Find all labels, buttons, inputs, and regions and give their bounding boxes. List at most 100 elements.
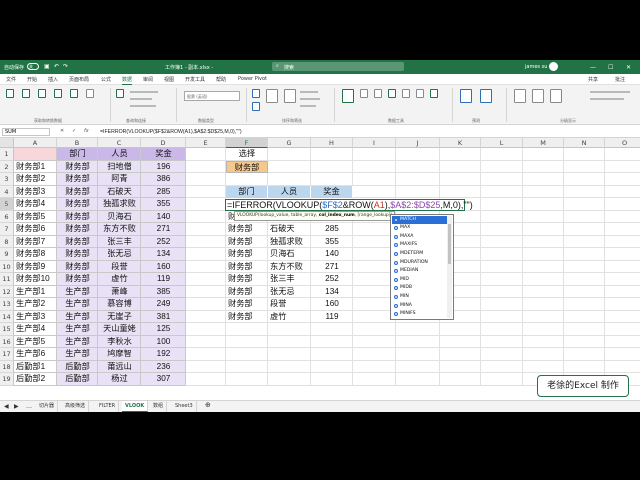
source-table-cell[interactable]: 张三丰 [98,236,141,249]
source-header-cell[interactable]: 奖金 [141,148,186,161]
result-table-cell[interactable]: 财务部 [228,248,270,261]
source-table-cell[interactable]: 财务部 [57,173,98,186]
source-table-cell[interactable]: 后勤部 [57,373,98,386]
source-table-cell[interactable]: 石破天 [98,186,141,199]
result-table-cell[interactable]: 271 [311,261,353,274]
more-sheets-icon[interactable]: … [26,403,32,410]
row-header[interactable]: 5 [0,198,14,211]
result-table-cell[interactable]: 虚竹 [270,311,313,324]
forecast-sheet-icon[interactable] [480,89,492,103]
recent-sources-icon[interactable] [70,89,78,98]
selector-value[interactable]: 财务部 [226,160,268,173]
result-table-cell[interactable]: 财务部 [228,311,270,324]
column-header[interactable]: K [440,138,481,148]
source-table-cell[interactable]: 生产部 [57,348,98,361]
formula-input[interactable]: =IFERROR(VLOOKUP($F$2&ROW(A1),$A$2:$D$25… [100,129,242,135]
source-table-cell[interactable]: 鸠摩智 [98,348,141,361]
redo-icon[interactable]: ↷ [63,63,68,70]
autocomplete-item[interactable]: MDURATION [392,259,448,268]
autocomplete-item[interactable]: MIN [392,293,448,302]
minimize-button[interactable]: — [590,64,596,71]
source-table-cell[interactable]: 386 [141,173,186,186]
group-icon[interactable] [514,89,526,103]
row-header[interactable]: 9 [0,248,14,261]
scrollbar-thumb[interactable] [448,223,451,264]
consolidate-icon[interactable] [402,89,410,98]
autocomplete-item[interactable]: MAXA [392,233,448,242]
tooltip-part[interactable]: col_index_num [319,213,355,218]
autocomplete-item[interactable]: MID [392,276,448,285]
row-header[interactable]: 3 [0,173,14,186]
source-table-cell[interactable]: 慕容博 [98,298,141,311]
filter-icon[interactable] [284,89,296,103]
column-header[interactable]: I [353,138,396,148]
source-table-cell[interactable]: 张无忌 [98,248,141,261]
tab-view[interactable]: 视图 [164,76,174,83]
column-header[interactable]: J [396,138,440,148]
row-header[interactable]: 8 [0,235,14,248]
autocomplete-item[interactable]: MAX [392,224,448,233]
source-table-cell[interactable]: 财务部5 [14,211,57,224]
source-table-cell[interactable]: 财务部 [57,211,98,224]
save-icon[interactable]: ▣ [44,63,50,70]
source-table-cell[interactable]: 财务部3 [14,186,57,199]
result-table-cell[interactable]: 140 [311,248,353,261]
source-table-cell[interactable]: 财务部6 [14,223,57,236]
source-table-cell[interactable]: 财务部2 [14,173,57,186]
source-table-cell[interactable]: 生产部1 [14,286,57,299]
source-header-cell[interactable] [14,148,57,161]
row-header[interactable]: 13 [0,298,14,311]
source-table-cell[interactable]: 生产部 [57,336,98,349]
column-header[interactable]: N [564,138,605,148]
source-table-cell[interactable]: 100 [141,336,186,349]
row-header[interactable]: 17 [0,348,14,361]
add-sheet-icon[interactable]: ⊕ [205,401,211,409]
source-table-cell[interactable]: 莆远山 [98,361,141,374]
autocomplete-scrollbar[interactable] [447,215,452,318]
from-table-icon[interactable] [54,89,62,98]
text-to-columns-icon[interactable] [342,89,354,103]
result-table-cell[interactable]: 财务部 [228,223,270,236]
source-table-cell[interactable]: 财务部 [57,186,98,199]
maximize-button[interactable]: ☐ [608,64,613,71]
row-header[interactable]: 4 [0,185,14,198]
result-table-cell[interactable]: 252 [311,273,353,286]
autocomplete-item[interactable]: MAXIFS [392,241,448,250]
sheet-tab[interactable]: 切片器 [36,401,59,412]
tab-data[interactable]: 数据 [122,76,133,85]
from-web-icon[interactable] [38,89,46,98]
column-header[interactable]: A [14,138,57,148]
autocomplete-item[interactable]: MATCH [392,215,448,225]
tab-review[interactable]: 审阅 [143,76,153,83]
subtotal-icon[interactable] [550,89,562,103]
result-header-cell[interactable]: 奖金 [311,185,353,198]
cancel-icon[interactable]: ✕ [60,128,64,134]
insert-function-icon[interactable]: fx [84,128,89,134]
source-table-cell[interactable]: 财务部 [57,261,98,274]
validation-icon[interactable] [388,89,396,98]
source-table-cell[interactable]: 天山童姥 [98,323,141,336]
source-table-cell[interactable]: 财务部 [57,223,98,236]
column-header[interactable]: L [481,138,523,148]
source-table-cell[interactable]: 生产部 [57,286,98,299]
result-table-cell[interactable]: 119 [311,311,353,324]
tab-file[interactable]: 文件 [6,76,16,83]
column-header[interactable]: F [226,138,268,148]
comment-button[interactable]: 批注 [615,76,625,83]
source-header-cell[interactable]: 人员 [98,148,141,161]
result-table-cell[interactable]: 段誉 [270,298,313,311]
source-table-cell[interactable]: 财务部9 [14,261,57,274]
close-button[interactable]: ✕ [626,64,631,71]
result-table-cell[interactable]: 张三丰 [270,273,313,286]
source-table-cell[interactable]: 财务部 [57,161,98,174]
autocomplete-item[interactable]: MIDB [392,284,448,293]
result-table-cell[interactable]: 财务部 [228,236,270,249]
sheet-tab[interactable]: VLOOK [122,401,149,412]
autocomplete-item[interactable]: MDETERM [392,250,448,259]
column-header[interactable]: H [311,138,353,148]
row-header[interactable]: 10 [0,260,14,273]
row-header[interactable]: 6 [0,210,14,223]
sheet-tab[interactable]: 数组 [150,401,168,412]
existing-connections-icon[interactable] [86,89,94,98]
row-header[interactable]: 1 [0,148,14,161]
